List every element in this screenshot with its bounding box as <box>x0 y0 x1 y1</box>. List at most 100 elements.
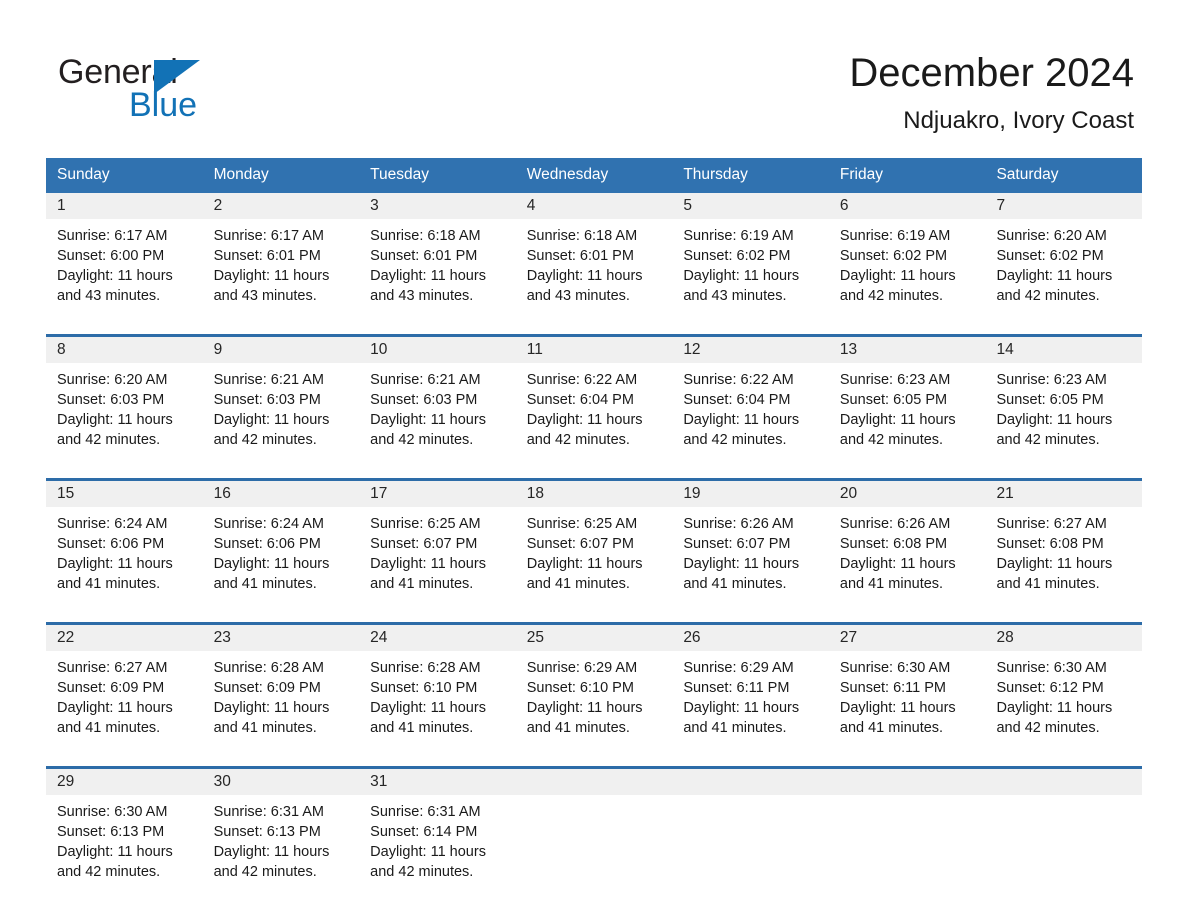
calendar-day-cell[interactable]: 12 Sunrise: 6:22 AM Sunset: 6:04 PM Dayligh… <box>672 337 829 471</box>
day-number: 16 <box>202 481 360 507</box>
calendar-day-cell[interactable]: 27 Sunrise: 6:30 AM Sunset: 6:11 PM Dayligh… <box>828 625 986 759</box>
daylight-text-line1: Daylight: 11 hours <box>370 412 486 428</box>
daylight-text-line1: Daylight: 11 hours <box>213 412 330 428</box>
daylight-text-line1: Daylight: 11 hours <box>57 700 173 716</box>
daylight-text-line1: Daylight: 11 hours <box>213 268 330 284</box>
calendar-day-cell[interactable] <box>672 769 829 903</box>
daylight-text-line2: and 42 minutes. <box>57 864 161 880</box>
sunset-text: Sunset: 6:06 PM <box>57 536 165 552</box>
daylight-text-line1: Daylight: 11 hours <box>370 844 486 860</box>
daylight-text-line1: Daylight: 11 hours <box>996 700 1113 716</box>
calendar-day-cell[interactable]: 8 Sunrise: 6:20 AM Sunset: 6:03 PM Daylight… <box>46 337 203 471</box>
sunrise-text: Sunrise: 6:30 AM <box>839 660 951 676</box>
day-cell-body <box>829 795 986 903</box>
calendar-day-cell[interactable]: 2 Sunrise: 6:17 AM Sunset: 6:01 PM Daylight… <box>202 193 360 327</box>
calendar-day-cell[interactable]: 14 Sunrise: 6:23 AM Sunset: 6:05 PM Dayligh… <box>985 337 1143 471</box>
calendar-day-cell[interactable]: 20 Sunrise: 6:26 AM Sunset: 6:08 PM Dayligh… <box>828 481 986 615</box>
day-number: 7 <box>985 193 1143 219</box>
sunrise-text: Sunrise: 6:25 AM <box>526 516 638 532</box>
calendar-day-cell[interactable]: 15 Sunrise: 6:24 AM Sunset: 6:06 PM Dayligh… <box>46 481 203 615</box>
day-number: 20 <box>828 481 986 507</box>
day-sun-info: Sunrise: 6:27 AM Sunset: 6:08 PM Daylight:… <box>985 507 1142 594</box>
daylight-text-line2: and 43 minutes. <box>526 288 630 304</box>
sunset-text: Sunset: 6:13 PM <box>213 824 321 840</box>
sunrise-text: Sunrise: 6:29 AM <box>683 660 794 676</box>
dow-thursday: Thursday <box>683 166 748 183</box>
day-number <box>828 769 986 795</box>
calendar-day-cell[interactable]: 16 Sunrise: 6:24 AM Sunset: 6:06 PM Dayligh… <box>202 481 360 615</box>
calendar-day-cell[interactable]: 24 Sunrise: 6:28 AM Sunset: 6:10 PM Dayligh… <box>359 625 516 759</box>
day-cell-body: Sunrise: 6:22 AM Sunset: 6:04 PM Daylight:… <box>672 363 829 471</box>
calendar-day-cell[interactable] <box>515 769 673 903</box>
calendar-day-cell[interactable]: 11 Sunrise: 6:22 AM Sunset: 6:04 PM Dayligh… <box>515 337 673 471</box>
calendar-day-cell[interactable]: 13 Sunrise: 6:23 AM Sunset: 6:05 PM Dayligh… <box>828 337 986 471</box>
sunrise-text: Sunrise: 6:28 AM <box>213 660 324 676</box>
calendar-day-cell[interactable]: 17 Sunrise: 6:25 AM Sunset: 6:07 PM Dayligh… <box>359 481 516 615</box>
calendar-day-cell[interactable]: 18 Sunrise: 6:25 AM Sunset: 6:07 PM Dayligh… <box>515 481 673 615</box>
calendar-day-cell[interactable] <box>985 769 1143 903</box>
daylight-text-line1: Daylight: 11 hours <box>526 556 643 572</box>
day-cell-body: Sunrise: 6:26 AM Sunset: 6:07 PM Daylight:… <box>672 507 829 615</box>
brand-name-blue: Blue <box>129 86 198 124</box>
calendar-day-cell[interactable]: 28 Sunrise: 6:30 AM Sunset: 6:12 PM Dayligh… <box>985 625 1143 759</box>
sunrise-text: Sunrise: 6:27 AM <box>996 516 1107 532</box>
day-sun-info: Sunrise: 6:25 AM Sunset: 6:07 PM Daylight:… <box>359 507 516 594</box>
calendar-day-cell[interactable]: 23 Sunrise: 6:28 AM Sunset: 6:09 PM Dayligh… <box>202 625 360 759</box>
brand-logo[interactable]: General Blue <box>58 52 298 124</box>
daylight-text-line1: Daylight: 11 hours <box>526 268 643 284</box>
sunset-text: Sunset: 6:00 PM <box>57 248 165 264</box>
day-sun-info: Sunrise: 6:24 AM Sunset: 6:06 PM Daylight:… <box>203 507 360 594</box>
day-number: 12 <box>672 337 829 363</box>
sunrise-text: Sunrise: 6:30 AM <box>996 660 1107 676</box>
day-sun-info: Sunrise: 6:28 AM Sunset: 6:09 PM Daylight:… <box>203 651 360 738</box>
daylight-text-line2: and 42 minutes. <box>996 432 1100 448</box>
daylight-text-line1: Daylight: 11 hours <box>839 700 956 716</box>
calendar-day-cell[interactable] <box>828 769 986 903</box>
dow-friday: Friday <box>839 166 883 183</box>
day-number: 23 <box>202 625 360 651</box>
daylight-text-line2: and 41 minutes. <box>526 576 630 592</box>
sunset-text: Sunset: 6:04 PM <box>683 392 791 408</box>
calendar-day-cell[interactable]: 21 Sunrise: 6:27 AM Sunset: 6:08 PM Dayligh… <box>985 481 1143 615</box>
calendar-day-cell[interactable]: 22 Sunrise: 6:27 AM Sunset: 6:09 PM Dayligh… <box>46 625 203 759</box>
sunrise-text: Sunrise: 6:22 AM <box>683 372 794 388</box>
day-sun-info: Sunrise: 6:20 AM Sunset: 6:03 PM Daylight:… <box>46 363 203 450</box>
calendar-day-cell[interactable]: 31 Sunrise: 6:31 AM Sunset: 6:14 PM Dayligh… <box>359 769 516 903</box>
daylight-text-line2: and 41 minutes. <box>213 720 317 736</box>
dow-sunday: Sunday <box>57 166 110 183</box>
daylight-text-line2: and 42 minutes. <box>213 864 317 880</box>
calendar-day-cell[interactable]: 9 Sunrise: 6:21 AM Sunset: 6:03 PM Daylight… <box>202 337 360 471</box>
daylight-text-line2: and 41 minutes. <box>683 720 787 736</box>
calendar-day-cell[interactable]: 29 Sunrise: 6:30 AM Sunset: 6:13 PM Dayligh… <box>46 769 203 903</box>
daylight-text-line1: Daylight: 11 hours <box>683 412 800 428</box>
daylight-text-line1: Daylight: 11 hours <box>370 700 486 716</box>
daylight-text-line1: Daylight: 11 hours <box>213 700 330 716</box>
day-sun-info: Sunrise: 6:21 AM Sunset: 6:03 PM Daylight:… <box>359 363 516 450</box>
daylight-text-line1: Daylight: 11 hours <box>526 412 643 428</box>
calendar-day-cell[interactable]: 26 Sunrise: 6:29 AM Sunset: 6:11 PM Dayligh… <box>672 625 829 759</box>
daylight-text-line2: and 41 minutes. <box>683 576 787 592</box>
calendar-day-cell[interactable]: 7 Sunrise: 6:20 AM Sunset: 6:02 PM Daylight… <box>985 193 1143 327</box>
sunset-text: Sunset: 6:03 PM <box>57 392 165 408</box>
day-sun-info: Sunrise: 6:26 AM Sunset: 6:08 PM Daylight:… <box>829 507 986 594</box>
calendar-day-cell[interactable]: 30 Sunrise: 6:31 AM Sunset: 6:13 PM Dayligh… <box>202 769 360 903</box>
dow-wednesday: Wednesday <box>526 166 609 183</box>
calendar-day-cell[interactable]: 1 Sunrise: 6:17 AM Sunset: 6:00 PM Daylight… <box>46 193 203 327</box>
sunset-text: Sunset: 6:13 PM <box>57 824 165 840</box>
daylight-text-line1: Daylight: 11 hours <box>683 700 800 716</box>
calendar-day-cell[interactable]: 10 Sunrise: 6:21 AM Sunset: 6:03 PM Dayligh… <box>359 337 516 471</box>
sunset-text: Sunset: 6:02 PM <box>996 248 1104 264</box>
calendar-day-cell[interactable]: 5 Sunrise: 6:19 AM Sunset: 6:02 PM Daylight… <box>672 193 829 327</box>
sunset-text: Sunset: 6:08 PM <box>996 536 1104 552</box>
calendar-day-cell[interactable]: 19 Sunrise: 6:26 AM Sunset: 6:07 PM Dayligh… <box>672 481 829 615</box>
day-number <box>515 769 673 795</box>
calendar-day-cell[interactable]: 3 Sunrise: 6:18 AM Sunset: 6:01 PM Daylight… <box>359 193 516 327</box>
calendar-day-cell[interactable]: 25 Sunrise: 6:29 AM Sunset: 6:10 PM Dayligh… <box>515 625 673 759</box>
day-sun-info: Sunrise: 6:31 AM Sunset: 6:13 PM Daylight:… <box>203 795 360 882</box>
calendar-day-cell[interactable]: 4 Sunrise: 6:18 AM Sunset: 6:01 PM Daylight… <box>515 193 673 327</box>
day-number: 29 <box>46 769 203 795</box>
calendar-day-cell[interactable]: 6 Sunrise: 6:19 AM Sunset: 6:02 PM Daylight… <box>828 193 986 327</box>
sunset-text: Sunset: 6:12 PM <box>996 680 1104 696</box>
day-number: 6 <box>828 193 986 219</box>
day-cell-body: Sunrise: 6:27 AM Sunset: 6:08 PM Daylight:… <box>985 507 1142 615</box>
